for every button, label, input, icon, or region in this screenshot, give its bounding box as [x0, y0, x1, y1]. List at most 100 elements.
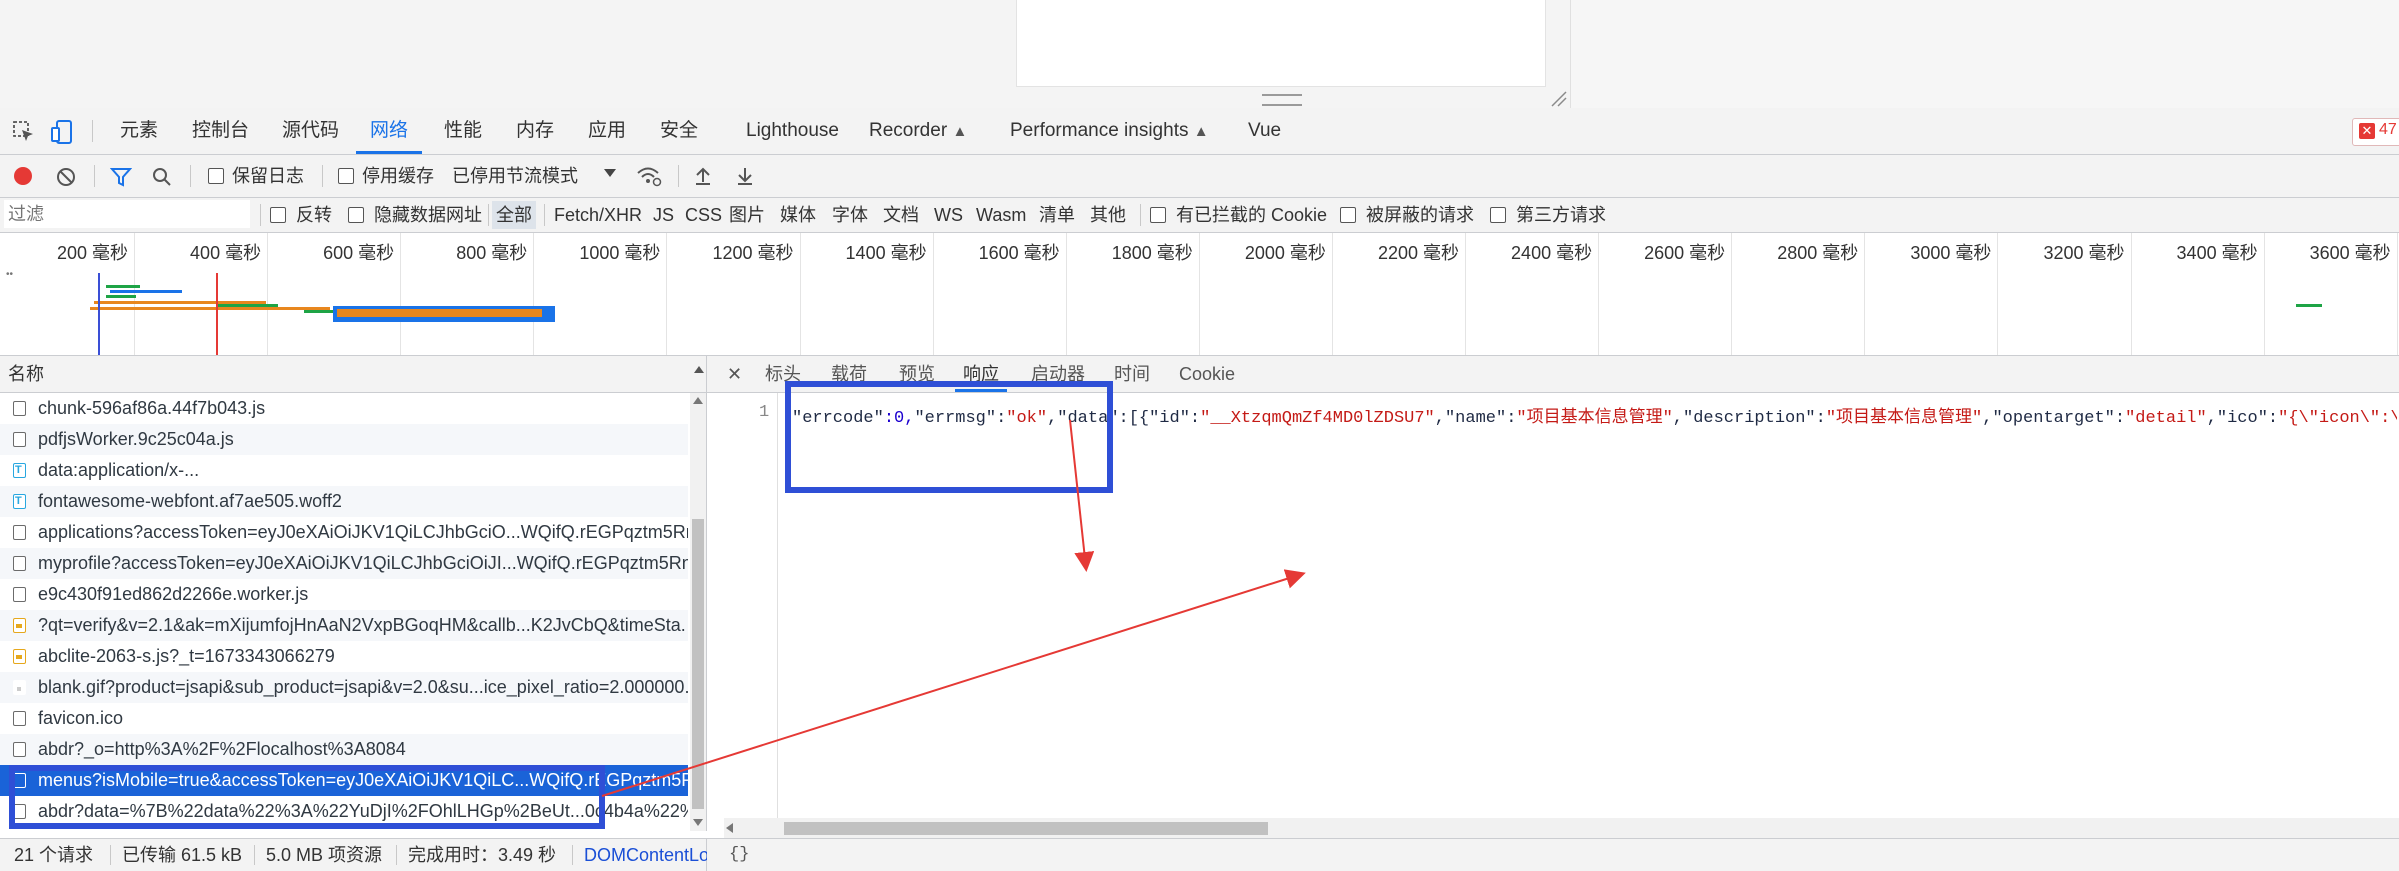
chevron-down-icon[interactable] — [604, 169, 616, 177]
request-row[interactable]: e9c430f91ed862d2266e.worker.js — [0, 579, 688, 610]
type-filter-css[interactable]: CSS — [685, 198, 722, 232]
drag-handle-icon[interactable] — [1262, 94, 1302, 106]
request-row[interactable]: myprofile?accessToken=eyJ0eXAiOiJKV1QiLC… — [0, 548, 688, 579]
scrollbar-thumb[interactable] — [692, 519, 704, 809]
timeline-bar — [2296, 304, 2322, 307]
scroll-up-arrow-icon[interactable] — [693, 397, 703, 404]
request-row[interactable]: abdr?data=%7B%22data%22%3A%22YuDjI%2FOhl… — [0, 796, 688, 827]
inspect-element-icon[interactable] — [12, 120, 36, 144]
timeline-bar — [106, 295, 136, 298]
error-counter[interactable]: ✕ 47 — [2352, 118, 2399, 146]
request-row[interactable]: abdr?_o=http%3A%2F%2Flocalhost%3A8084 — [0, 734, 688, 765]
import-har-icon[interactable] — [694, 166, 712, 186]
close-icon[interactable]: ✕ — [727, 356, 742, 392]
tab-console[interactable]: 控制台 — [192, 108, 249, 154]
request-list: chunk-596af86a.44f7b043.js pdfjsWorker.9… — [0, 393, 688, 831]
request-row[interactable]: data:application/x-... — [0, 455, 688, 486]
response-viewer[interactable] — [707, 393, 2399, 818]
search-icon[interactable] — [152, 167, 172, 187]
hide-data-urls-checkbox[interactable] — [348, 207, 364, 223]
type-filter-font[interactable]: 字体 — [832, 198, 868, 232]
throttling-select[interactable]: 已停用节流模式 — [452, 155, 578, 197]
request-row[interactable]: pdfjsWorker.9c25c04a.js — [0, 424, 688, 455]
disable-cache-checkbox[interactable] — [338, 168, 354, 184]
type-filter-ws[interactable]: WS — [934, 198, 963, 232]
filter-input[interactable] — [4, 200, 250, 228]
pretty-print-button[interactable]: {} — [729, 845, 749, 864]
blocked-cookies-label: 有已拦截的 Cookie — [1176, 205, 1328, 225]
request-row[interactable]: chunk-596af86a.44f7b043.js — [0, 393, 688, 424]
tab-timing[interactable]: 时间 — [1114, 356, 1150, 392]
request-row[interactable]: abclite-2063-s.js?_t=1673343066279 — [0, 641, 688, 672]
tab-performance[interactable]: 性能 — [444, 108, 482, 154]
overview-grid-line — [1331, 233, 1333, 355]
json-punct: , — [1982, 409, 1993, 428]
tab-elements[interactable]: 元素 — [120, 108, 158, 154]
type-filter-fetch-xhr[interactable]: Fetch/XHR — [554, 198, 642, 232]
request-row[interactable]: blank.gif?product=jsapi&sub_product=jsap… — [0, 672, 688, 703]
file-icon — [13, 432, 26, 447]
overview-grid-line — [400, 233, 402, 355]
scroll-down-arrow-icon[interactable] — [693, 819, 703, 826]
overview-tick-label: 1400 毫秒 — [845, 243, 927, 263]
export-har-icon[interactable] — [736, 166, 754, 186]
blocked-requests-checkbox[interactable] — [1340, 207, 1356, 223]
type-filter-wasm[interactable]: Wasm — [976, 198, 1026, 232]
overview-tick-label: 2400 毫秒 — [1511, 243, 1593, 263]
overview-grid-line — [2396, 233, 2398, 355]
tab-preview[interactable]: 预览 — [899, 356, 935, 392]
scroll-left-arrow-icon[interactable] — [726, 823, 733, 833]
request-name: e9c430f91ed862d2266e.worker.js — [38, 584, 309, 604]
request-row[interactable]: applications?accessToken=eyJ0eXAiOiJKV1Q… — [0, 517, 688, 548]
overview-tick-label: 3600 毫秒 — [2309, 243, 2391, 263]
type-filter-doc[interactable]: 文档 — [883, 198, 919, 232]
tab-initiator[interactable]: 启动器 — [1031, 356, 1085, 392]
name-column-header[interactable]: 名称 — [8, 356, 44, 392]
response-horizontal-scrollbar[interactable] — [724, 818, 2399, 838]
overview-tick-label: 2000 毫秒 — [1244, 243, 1326, 263]
request-row-selected[interactable]: menus?isMobile=true&accessToken=eyJ0eXAi… — [0, 765, 688, 796]
third-party-checkbox[interactable] — [1490, 207, 1506, 223]
tab-payload[interactable]: 载荷 — [831, 356, 867, 392]
request-row[interactable]: ?qt=verify&v=2.1&ak=mXijumfojHnAaN2VxpBG… — [0, 610, 688, 641]
type-filter-manifest[interactable]: 清单 — [1039, 198, 1075, 232]
overview-grid-line — [1598, 233, 1600, 355]
tab-security[interactable]: 安全 — [660, 108, 698, 154]
clear-icon[interactable] — [56, 167, 76, 187]
invert-checkbox[interactable] — [270, 207, 286, 223]
tab-response[interactable]: 响应 — [955, 356, 1007, 392]
json-string: "ok" — [1006, 409, 1048, 428]
tab-cookies[interactable]: Cookie — [1179, 356, 1235, 392]
resize-grip-icon[interactable] — [1548, 88, 1568, 108]
type-filter-all[interactable]: 全部 — [492, 201, 536, 229]
request-row[interactable]: favicon.ico — [0, 703, 688, 734]
device-toolbar-icon[interactable] — [50, 119, 74, 145]
type-filter-js[interactable]: JS — [653, 198, 674, 232]
type-filter-media[interactable]: 媒体 — [780, 198, 816, 232]
font-file-icon — [13, 455, 26, 486]
type-filter-other[interactable]: 其他 — [1090, 198, 1126, 232]
network-conditions-icon[interactable] — [636, 165, 662, 187]
record-icon[interactable] — [14, 167, 32, 185]
tab-recorder[interactable]: Recorder ▲ — [869, 108, 967, 154]
tab-network[interactable]: 网络 — [356, 108, 423, 154]
tab-memory[interactable]: 内存 — [516, 108, 554, 154]
tab-performance-insights[interactable]: Performance insights ▲ — [1010, 108, 1209, 154]
tab-vue[interactable]: Vue — [1248, 108, 1281, 154]
tab-application[interactable]: 应用 — [588, 108, 626, 154]
tab-lighthouse[interactable]: Lighthouse — [746, 108, 839, 154]
tab-headers[interactable]: 标头 — [765, 356, 801, 392]
filter-icon[interactable] — [110, 167, 132, 187]
type-filter-img[interactable]: 图片 — [729, 198, 765, 232]
scrollbar-thumb[interactable] — [784, 822, 1268, 835]
tab-sources[interactable]: 源代码 — [282, 108, 339, 154]
network-overview-timeline[interactable]: 200 毫秒 400 毫秒 600 毫秒 800 毫秒 1000 毫秒 1200 毫秒 14… — [0, 233, 2399, 356]
request-row[interactable]: fontawesome-webfont.af7ae505.woff2 — [0, 486, 688, 517]
sort-ascending-icon[interactable] — [694, 366, 704, 373]
request-list-scrollbar[interactable] — [690, 393, 707, 831]
overview-tick-label: 1000 毫秒 — [579, 243, 661, 263]
request-list-header[interactable]: 名称 — [0, 356, 707, 393]
file-icon — [13, 804, 26, 819]
blocked-cookies-checkbox[interactable] — [1150, 207, 1166, 223]
preserve-log-checkbox[interactable] — [208, 168, 224, 184]
